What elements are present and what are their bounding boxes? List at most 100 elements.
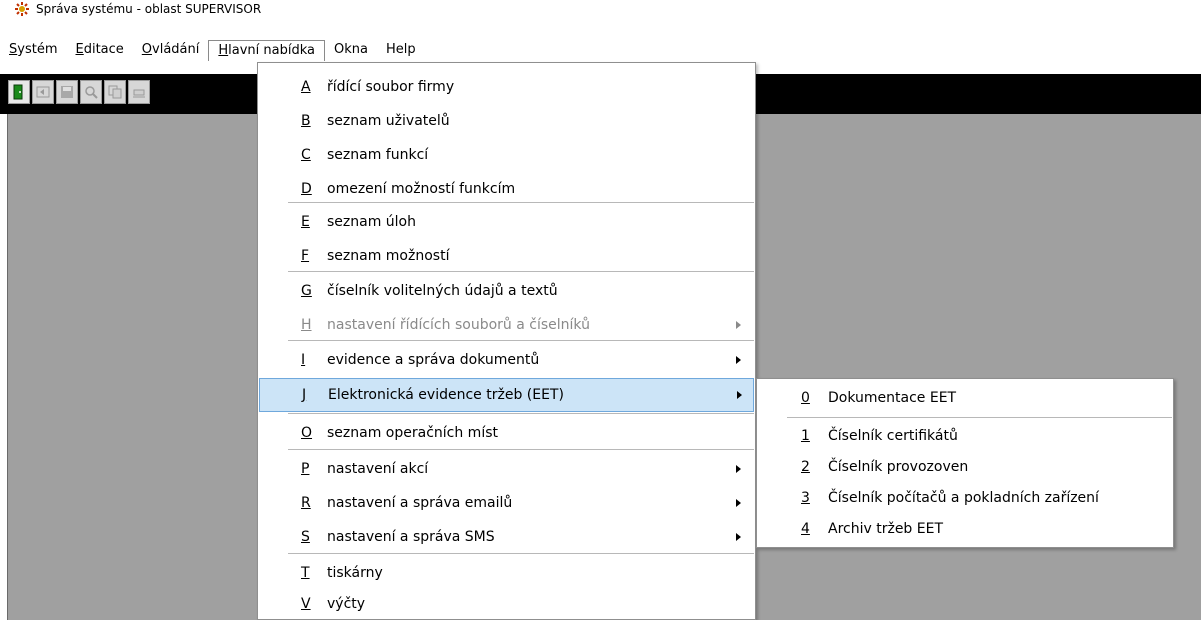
menu-system[interactable]: Systém	[0, 40, 67, 60]
menu-option-c[interactable]: Cseznam funkcí	[259, 138, 754, 172]
menu-option-label: seznam uživatelů	[327, 113, 450, 129]
menu-option-key: 4	[801, 521, 810, 537]
menu-option-key: R	[301, 495, 311, 511]
menu-option-label: nastavení a správa emailů	[327, 495, 513, 511]
eraser-icon[interactable]	[128, 80, 150, 104]
submenu-option-4[interactable]: 4 Archiv tržeb EET	[758, 512, 1172, 546]
menu-separator	[288, 553, 754, 554]
menu-option-label: omezení možností funkcím	[327, 181, 516, 197]
save-icon[interactable]	[56, 80, 78, 104]
menu-okna[interactable]: Okna	[325, 40, 377, 60]
menu-option-key: P	[301, 461, 310, 477]
menu-label: vládání	[152, 42, 200, 57]
submenu-option-0[interactable]: 0 Dokumentace EET	[758, 381, 1172, 415]
menu-option-label: číselník volitelných údajů a textů	[327, 283, 558, 299]
menu-option-o[interactable]: Oseznam operačních míst	[259, 416, 754, 450]
menu-option-label: evidence a správa dokumentů	[327, 352, 540, 368]
menu-separator	[288, 449, 754, 450]
copy-icon[interactable]	[104, 80, 126, 104]
menu-label: ystém	[17, 42, 58, 57]
menu-option-key: 1	[801, 428, 810, 444]
menu-separator	[787, 417, 1172, 418]
exit-door-icon[interactable]	[8, 80, 30, 104]
menu-separator	[288, 202, 754, 203]
menu-editace[interactable]: Editace	[67, 40, 133, 60]
menu-option-f[interactable]: Fseznam možností	[259, 239, 754, 273]
menu-option-label: Číselník provozoven	[828, 459, 969, 475]
app-logo-icon	[14, 1, 30, 17]
menu-option-v[interactable]: Vvýčty	[259, 587, 754, 620]
menu-option-p[interactable]: Pnastavení akcí	[259, 452, 754, 486]
back-icon[interactable]	[32, 80, 54, 104]
menu-option-label: tiskárny	[327, 565, 383, 581]
menu-option-r[interactable]: Rnastavení a správa emailů	[259, 486, 754, 520]
menu-help[interactable]: Help	[377, 40, 425, 60]
menu-option-label: Elektronická evidence tržeb (EET)	[328, 387, 564, 403]
menu-option-i[interactable]: Ievidence a správa dokumentů	[259, 343, 754, 377]
menu-hlavni-nabidka[interactable]: Hlavní nabídka	[208, 39, 325, 61]
menu-option-key: S	[301, 529, 310, 545]
menu-option-label: nastavení akcí	[327, 461, 429, 477]
eet-submenu: 0 Dokumentace EET 1 Číselník certifikátů 2…	[756, 378, 1174, 548]
menu-option-key: D	[301, 181, 312, 197]
menu-label: ditace	[83, 42, 124, 57]
submenu-arrow-icon	[736, 356, 741, 364]
menu-option-label: Archiv tržeb EET	[828, 521, 944, 537]
submenu-arrow-icon	[736, 533, 741, 541]
submenu-arrow-icon	[736, 499, 741, 507]
menu-option-key: C	[301, 147, 311, 163]
menu-label: Okna	[334, 42, 368, 57]
menu-label: lavní nabídka	[228, 42, 315, 58]
menu-option-key: V	[301, 596, 311, 612]
menu-option-key: I	[301, 352, 306, 368]
menu-option-label: seznam úloh	[327, 214, 416, 230]
submenu-option-2[interactable]: 2 Číselník provozoven	[758, 450, 1172, 484]
menu-option-t[interactable]: Ttiskárny	[259, 556, 754, 590]
menu-option-j[interactable]: J Elektronická evidence tržeb (EET)	[259, 378, 754, 412]
menu-mnemonic: H	[218, 42, 229, 58]
menu-option-key: T	[301, 565, 310, 581]
hlavni-nabidka-dropdown: Ařídící soubor firmy Bseznam uživatelů C…	[257, 62, 756, 620]
menu-option-key: G	[301, 283, 312, 299]
window-title: Správa systému - oblast SUPERVISOR	[36, 2, 262, 16]
submenu-option-1[interactable]: 1 Číselník certifikátů	[758, 419, 1172, 453]
application-window: Správa systému - oblast SUPERVISOR Systé…	[0, 0, 1201, 620]
menu-option-label: nastavení řídících souborů a číselníků	[327, 317, 590, 333]
menu-option-key: 2	[801, 459, 810, 475]
menu-option-label: Číselník počítačů a pokladních zařízení	[828, 490, 1099, 506]
menu-option-g[interactable]: Gčíselník volitelných údajů a textů	[259, 274, 754, 308]
menu-option-label: řídící soubor firmy	[327, 79, 455, 95]
menu-separator	[288, 271, 754, 272]
menu-option-key: A	[301, 79, 311, 95]
menu-option-label: nastavení a správa SMS	[327, 529, 495, 545]
menu-separator	[288, 340, 754, 341]
menu-option-d[interactable]: Domezení možností funkcím	[259, 172, 754, 206]
menu-mnemonic: O	[141, 42, 153, 57]
submenu-option-3[interactable]: 3 Číselník počítačů a pokladních zařízení	[758, 481, 1172, 515]
menu-option-key: O	[301, 425, 313, 441]
menu-option-key: 0	[801, 390, 810, 406]
menu-option-s[interactable]: Snastavení a správa SMS	[259, 520, 754, 554]
menu-option-b[interactable]: Bseznam uživatelů	[259, 104, 754, 138]
menu-bar: Systém Editace Ovládání Hlavní nabídka O…	[0, 39, 1201, 61]
menu-option-key: B	[301, 113, 311, 129]
menu-option-label: výčty	[327, 596, 366, 612]
submenu-arrow-icon	[736, 465, 741, 473]
menu-option-e[interactable]: Eseznam úloh	[259, 205, 754, 239]
submenu-arrow-icon	[736, 321, 741, 329]
menu-option-key: H	[301, 317, 312, 333]
menu-option-label: seznam možností	[327, 248, 450, 264]
menu-option-label: Dokumentace EET	[828, 390, 957, 406]
menu-ovladani[interactable]: Ovládání	[133, 40, 209, 60]
menu-option-a[interactable]: Ařídící soubor firmy	[259, 70, 754, 104]
menu-option-label: seznam operačních míst	[327, 425, 498, 441]
menu-option-label: Číselník certifikátů	[828, 428, 958, 444]
submenu-arrow-icon	[737, 391, 742, 399]
menu-option-key: F	[301, 248, 310, 264]
menu-option-key: J	[302, 387, 307, 403]
search-icon[interactable]	[80, 80, 102, 104]
menu-option-label: seznam funkcí	[327, 147, 429, 163]
menu-option-h[interactable]: Hnastavení řídících souborů a číselníků	[259, 308, 754, 342]
menu-option-key: 3	[801, 490, 810, 506]
title-bar: Správa systému - oblast SUPERVISOR	[0, 0, 1201, 18]
